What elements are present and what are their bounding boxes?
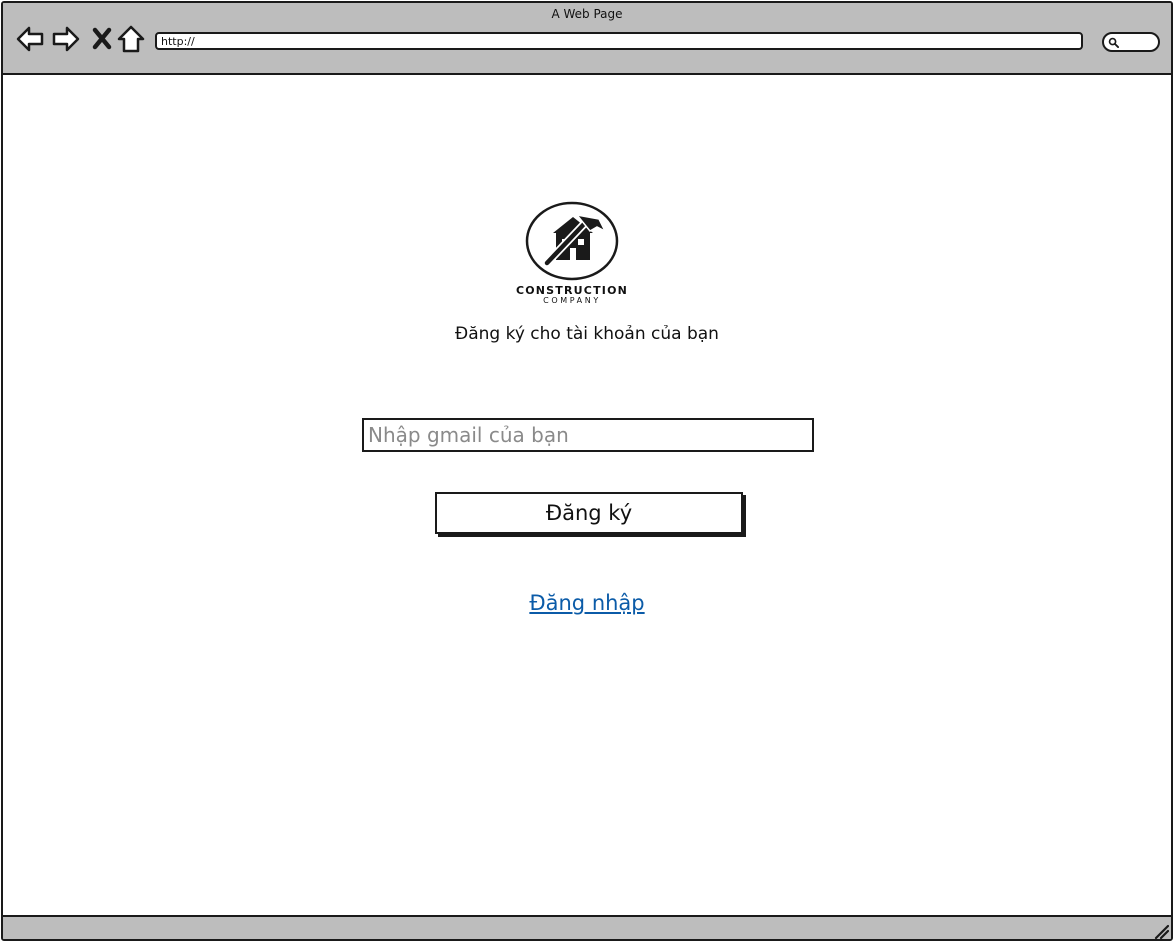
address-bar[interactable] (155, 32, 1083, 50)
logo-subtitle: COMPANY (543, 296, 601, 305)
browser-search-box[interactable] (1102, 32, 1160, 52)
search-icon (1108, 37, 1119, 48)
back-button[interactable] (15, 24, 45, 54)
company-logo: CONSTRUCTION COMPANY (507, 199, 629, 307)
page-content: CONSTRUCTION COMPANY Đăng ký cho tài kho… (3, 75, 1171, 915)
forward-button[interactable] (51, 24, 81, 54)
arrow-right-icon (52, 26, 80, 52)
browser-window: A Web Page http:// CONSTRUCTION COMPANY … (1, 1, 1173, 941)
house-hammer-icon (525, 201, 619, 281)
email-field[interactable] (362, 418, 814, 452)
register-button[interactable]: Đăng ký (435, 492, 743, 534)
stop-button[interactable] (87, 24, 117, 54)
window-title: A Web Page (551, 7, 623, 21)
login-link[interactable]: Đăng nhập (3, 591, 1171, 615)
arrow-left-icon (16, 26, 44, 52)
page-title: Đăng ký cho tài khoản của bạn (455, 324, 719, 344)
resize-grip-icon[interactable] (1153, 923, 1169, 939)
close-icon (92, 27, 112, 50)
browser-toolbar: A Web Page (3, 3, 1171, 75)
status-bar (3, 915, 1171, 939)
home-button[interactable] (116, 24, 146, 54)
home-icon (117, 25, 145, 53)
